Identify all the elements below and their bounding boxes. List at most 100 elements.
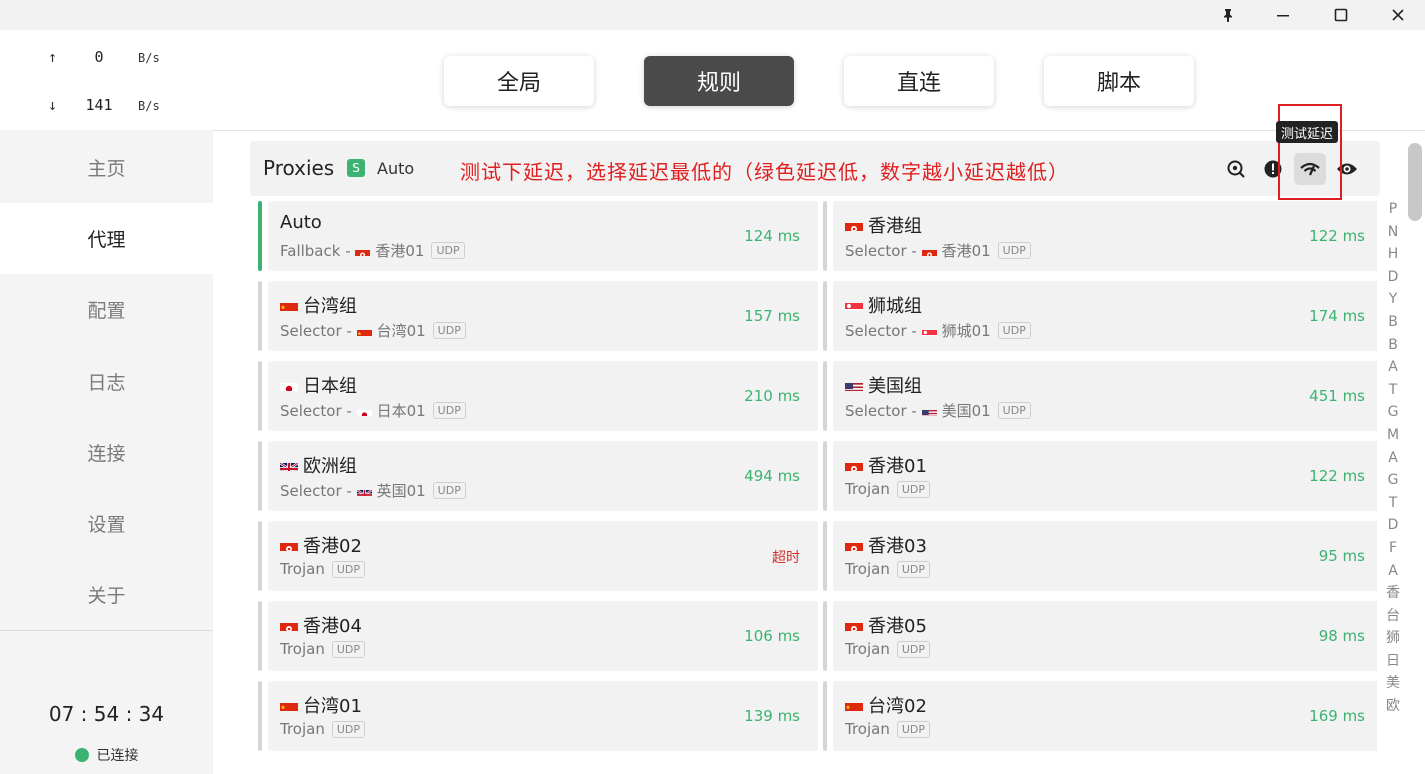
latency-value[interactable]: 超时: [772, 547, 800, 567]
index-rail-letter[interactable]: M: [1383, 424, 1403, 447]
index-rail-letter[interactable]: 美: [1383, 672, 1403, 695]
sidebar-item-about[interactable]: 关于: [0, 559, 213, 630]
download-speed: ↓ 141 B/s: [0, 96, 213, 116]
index-rail-letter[interactable]: T: [1383, 492, 1403, 515]
sidebar-item-connections[interactable]: 连接: [0, 417, 213, 488]
latency-value[interactable]: 157 ms: [744, 307, 800, 325]
latency-value[interactable]: 451 ms: [1309, 387, 1365, 405]
proxy-card[interactable]: 香港组 Selector - 香港01 UDP 122 ms: [823, 201, 1377, 271]
proxy-type: Trojan: [845, 720, 890, 738]
udp-badge: UDP: [331, 720, 365, 738]
latency-value[interactable]: 139 ms: [744, 707, 800, 725]
latency-value[interactable]: 210 ms: [744, 387, 800, 405]
mode-script-button[interactable]: 脚本: [1044, 56, 1194, 106]
proxy-subtitle: Trojan UDP: [845, 640, 930, 658]
proxy-card[interactable]: 台湾组 Selector - 台湾01 UDP 157 ms: [258, 281, 818, 351]
separator: -: [906, 241, 922, 260]
mode-direct-button[interactable]: 直连: [844, 56, 994, 106]
minimize-icon[interactable]: [1263, 0, 1303, 30]
index-rail-letter[interactable]: 台: [1383, 605, 1403, 628]
proxy-card[interactable]: 欧洲组 Selector - 英国01 UDP 494 ms: [258, 441, 818, 511]
mode-rule-button[interactable]: 规则: [644, 56, 794, 106]
proxy-group-header[interactable]: Proxies S Auto 测试下延迟，选择延迟最低的（绿色延迟低，数字越小延…: [250, 141, 1380, 196]
proxy-name-text: 狮城组: [868, 296, 922, 317]
proxy-card[interactable]: 香港05 Trojan UDP 98 ms: [823, 601, 1377, 671]
proxy-name-text: 香港05: [868, 616, 927, 637]
proxy-name: 香港02: [280, 532, 362, 558]
search-location-icon[interactable]: [1220, 153, 1252, 185]
index-rail-letter[interactable]: D: [1383, 514, 1403, 537]
index-rail-letter[interactable]: A: [1383, 356, 1403, 379]
sidebar-item-settings[interactable]: 设置: [0, 488, 213, 559]
proxy-card[interactable]: 台湾02 Trojan UDP 169 ms: [823, 681, 1377, 751]
maximize-icon[interactable]: [1321, 0, 1361, 30]
sidebar-item-proxies[interactable]: 代理: [0, 203, 213, 274]
index-rail-letter[interactable]: 狮: [1383, 627, 1403, 650]
index-rail-letter[interactable]: G: [1383, 469, 1403, 492]
index-rail-letter[interactable]: 香: [1383, 582, 1403, 605]
udp-badge: UDP: [432, 402, 466, 419]
traffic-panel: ↑ 0 B/s ↓ 141 B/s: [0, 30, 213, 130]
proxy-name: 台湾02: [845, 692, 927, 718]
proxy-card[interactable]: 日本组 Selector - 日本01 UDP 210 ms: [258, 361, 818, 431]
proxy-type: Selector: [280, 321, 342, 340]
latency-value[interactable]: 98 ms: [1319, 627, 1365, 645]
latency-value[interactable]: 106 ms: [744, 627, 800, 645]
card-indicator: [258, 681, 262, 751]
latency-value[interactable]: 95 ms: [1319, 547, 1365, 565]
proxy-card[interactable]: 美国组 Selector - 美国01 UDP 451 ms: [823, 361, 1377, 431]
scrollbar[interactable]: [1408, 143, 1422, 221]
index-rail-letter[interactable]: N: [1383, 221, 1403, 244]
index-rail-letter[interactable]: 欧: [1383, 695, 1403, 718]
proxy-subtitle: Fallback - 香港01 UDP: [280, 240, 465, 261]
index-rail-letter[interactable]: A: [1383, 447, 1403, 470]
index-rail-letter[interactable]: F: [1383, 537, 1403, 560]
proxy-subtitle: Trojan UDP: [280, 640, 365, 658]
proxy-subtitle: Selector - 英国01 UDP: [280, 480, 466, 501]
mode-global-button[interactable]: 全局: [444, 56, 594, 106]
proxy-card[interactable]: Auto Fallback - 香港01 UDP 124 ms: [258, 201, 818, 271]
latency-value[interactable]: 169 ms: [1309, 707, 1365, 725]
sidebar-item-home[interactable]: 主页: [0, 132, 213, 203]
index-rail-letter[interactable]: P: [1383, 198, 1403, 221]
index-rail-letter[interactable]: B: [1383, 311, 1403, 334]
proxy-type: Trojan: [280, 560, 325, 578]
index-rail-letter[interactable]: Y: [1383, 288, 1403, 311]
index-rail-letter[interactable]: 日: [1383, 650, 1403, 673]
proxy-card[interactable]: 香港01 Trojan UDP 122 ms: [823, 441, 1377, 511]
udp-badge: UDP: [896, 640, 930, 658]
index-rail-letter[interactable]: A: [1383, 560, 1403, 583]
proxy-card[interactable]: 台湾01 Trojan UDP 139 ms: [258, 681, 818, 751]
proxy-card[interactable]: 香港04 Trojan UDP 106 ms: [258, 601, 818, 671]
proxy-current: 香港01: [941, 242, 991, 260]
proxy-name: 香港05: [845, 612, 927, 638]
proxy-group-title: Proxies: [263, 156, 335, 180]
udp-badge: UDP: [896, 720, 930, 738]
proxy-card[interactable]: 香港03 Trojan UDP 95 ms: [823, 521, 1377, 591]
pin-icon[interactable]: [1208, 0, 1248, 30]
index-rail-letter[interactable]: D: [1383, 266, 1403, 289]
latency-value[interactable]: 124 ms: [744, 227, 800, 245]
proxy-name-text: 香港04: [303, 616, 362, 637]
index-rail-letter[interactable]: H: [1383, 243, 1403, 266]
proxy-card[interactable]: 香港02 Trojan UDP 超时: [258, 521, 818, 591]
card-indicator: [258, 601, 262, 671]
udp-badge: UDP: [432, 482, 466, 499]
latency-value[interactable]: 122 ms: [1309, 227, 1365, 245]
index-rail-letter[interactable]: G: [1383, 401, 1403, 424]
proxy-card[interactable]: 狮城组 Selector - 狮城01 UDP 174 ms: [823, 281, 1377, 351]
index-rail-letter[interactable]: T: [1383, 379, 1403, 402]
latency-value[interactable]: 174 ms: [1309, 307, 1365, 325]
proxy-name-text: 日本组: [303, 376, 357, 397]
sidebar-item-profiles[interactable]: 配置: [0, 274, 213, 345]
separator: -: [341, 321, 357, 340]
sidebar-item-logs[interactable]: 日志: [0, 346, 213, 417]
close-icon[interactable]: [1378, 0, 1418, 30]
separator: -: [340, 241, 356, 260]
latency-value[interactable]: 122 ms: [1309, 467, 1365, 485]
card-indicator: [823, 361, 827, 431]
latency-value[interactable]: 494 ms: [744, 467, 800, 485]
hk-flag-icon: [845, 619, 863, 631]
index-rail-letter[interactable]: B: [1383, 334, 1403, 357]
proxy-type: Trojan: [845, 560, 890, 578]
